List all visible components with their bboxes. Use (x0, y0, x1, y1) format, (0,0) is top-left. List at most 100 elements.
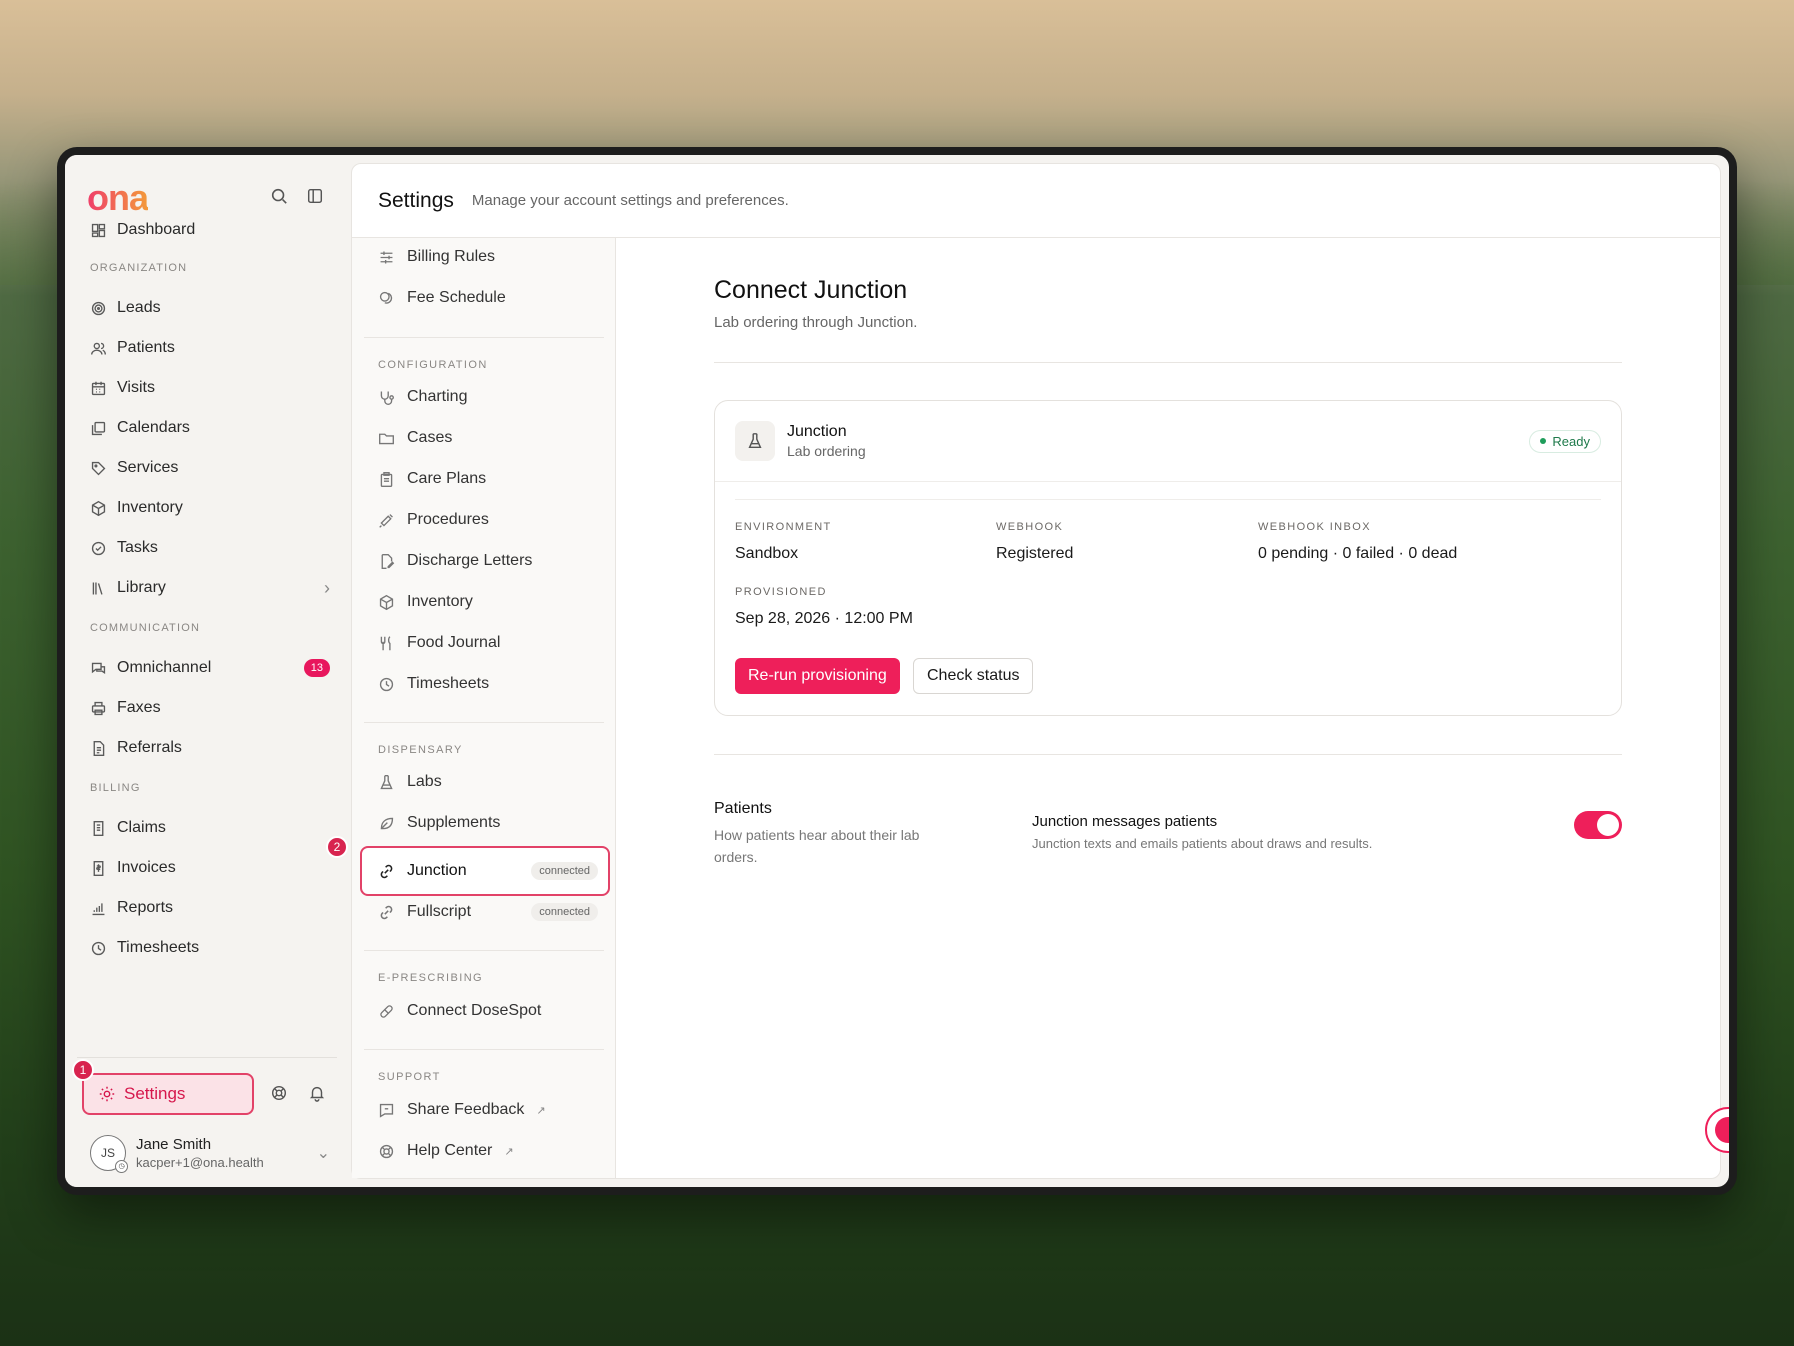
folder-icon (378, 430, 395, 447)
tag-icon (90, 460, 107, 477)
subnav-item-charting[interactable]: Charting (378, 380, 598, 414)
page-subtitle: Manage your account settings and prefere… (471, 192, 789, 209)
field-value: Sandbox (735, 545, 799, 562)
sidebar-item-omnichannel[interactable]: Omnichannel 13 (90, 651, 330, 685)
section-label-communication: COMMUNICATION (90, 622, 201, 634)
sidebar-item-leads[interactable]: Leads (90, 291, 330, 325)
user-email: kacper+1@ona.health (136, 1155, 264, 1170)
flask-icon (378, 774, 395, 791)
chart-icon (90, 900, 107, 917)
sidebar-item-dashboard[interactable]: Dashboard (90, 213, 330, 247)
subnav-item-labs[interactable]: Labs (378, 765, 598, 799)
user-profile[interactable]: JS ◷ Jane Smith kacper+1@ona.health ⌄ (90, 1135, 330, 1173)
sidebar-item-label: Tasks (117, 539, 158, 556)
settings-label: Settings (124, 1084, 186, 1103)
subnav-item-connect-dosespot[interactable]: Connect DoseSpot (378, 994, 598, 1028)
page-title: Settings (378, 188, 454, 212)
unread-badge: 13 (303, 659, 330, 677)
check-circle-icon (90, 540, 107, 557)
search-icon[interactable] (270, 187, 288, 205)
sidebar-item-label: Dashboard (117, 221, 196, 238)
flask-icon (746, 432, 764, 450)
settings-button[interactable]: Settings (82, 1073, 254, 1115)
subnav-item-food-journal[interactable]: Food Journal (378, 626, 598, 660)
sidebar-item-label: Leads (117, 299, 161, 316)
check-status-button[interactable]: Check status (913, 658, 1034, 694)
sidebar-item-patients[interactable]: Patients (90, 331, 330, 365)
subnav-item-supplements[interactable]: Supplements (378, 806, 598, 840)
subnav-item-label: Help Center (407, 1142, 493, 1159)
box-icon (378, 594, 395, 611)
subnav-item-fee-schedule[interactable]: Fee Schedule (378, 281, 598, 315)
connected-badge: connected (531, 903, 598, 921)
subnav-item-label: Inventory (407, 593, 473, 610)
sidebar-item-visits[interactable]: Visits (90, 371, 330, 405)
subnav-divider (364, 1049, 604, 1050)
subnav-divider (364, 722, 604, 723)
subnav-item-billing-rules[interactable]: Billing Rules (378, 240, 598, 274)
subnav-divider (364, 337, 604, 338)
sidebar-item-label: Reports (117, 899, 174, 916)
subnav-item-label: Share Feedback (407, 1101, 525, 1118)
chevron-down-icon[interactable]: ⌄ (317, 1143, 330, 1163)
page-header: Settings Manage your account settings an… (352, 164, 1720, 238)
lifebuoy-icon[interactable] (270, 1084, 288, 1102)
target-icon (90, 300, 107, 317)
sidebar-item-label: Services (117, 459, 179, 476)
document-icon (90, 820, 107, 837)
sidebar-item-label: Library (117, 579, 166, 596)
patient-messages-toggle[interactable] (1574, 811, 1622, 839)
device-frame: ona Dashboard ORGANIZATION Leads Patient… (57, 147, 1737, 1195)
sidebar-item-referrals[interactable]: Referrals (90, 731, 330, 765)
subnav-item-timesheets[interactable]: Timesheets (378, 667, 598, 701)
sliders-icon (378, 249, 395, 266)
subnav-item-label: Supplements (407, 814, 501, 831)
subnav-item-help-center[interactable]: Help Center ↗ (378, 1134, 598, 1168)
toggle-desc: Junction texts and emails patients about… (1032, 836, 1373, 851)
sidebar-item-claims[interactable]: Claims (90, 811, 330, 845)
section-label-dispensary: DISPENSARY (378, 744, 463, 756)
chevron-right-icon[interactable]: › (324, 578, 330, 599)
subnav-item-cases[interactable]: Cases (378, 421, 598, 455)
library-icon (90, 580, 107, 597)
section-label-organization: ORGANIZATION (90, 262, 188, 274)
subnav-item-label: Fee Schedule (407, 289, 506, 306)
sidebar-item-label: Visits (117, 379, 155, 396)
field-label: WEBHOOK INBOX (1258, 521, 1371, 533)
sidebar-item-tasks[interactable]: Tasks (90, 531, 330, 565)
section-label-configuration: CONFIGURATION (378, 359, 488, 371)
card-divider (715, 481, 1621, 482)
sidebar-item-inventory[interactable]: Inventory (90, 491, 330, 525)
sidebar-item-reports[interactable]: Reports (90, 891, 330, 925)
leaf-icon (378, 815, 395, 832)
subnav-item-fullscript[interactable]: Fullscript connected (378, 895, 598, 929)
step-marker-2: 2 (326, 836, 348, 858)
connected-badge: connected (531, 862, 598, 880)
subnav-item-inventory[interactable]: Inventory (378, 585, 598, 619)
sidebar-item-calendars[interactable]: Calendars (90, 411, 330, 445)
subnav-item-junction[interactable]: Junction connected (378, 854, 598, 888)
sidebar-item-label: Patients (117, 339, 175, 356)
rerun-provisioning-button[interactable]: Re-run provisioning (735, 658, 900, 694)
sidebar-item-services[interactable]: Services (90, 451, 330, 485)
subnav-item-care-plans[interactable]: Care Plans (378, 462, 598, 496)
patients-section-desc: How patients hear about their lab orders… (714, 827, 920, 865)
sidebar-toggle-icon[interactable] (306, 187, 324, 205)
subnav-item-discharge-letters[interactable]: Discharge Letters (378, 544, 598, 578)
sidebar-item-library[interactable]: Library › (90, 571, 330, 605)
avatar-initials: JS (100, 1146, 115, 1160)
subnav-item-share-feedback[interactable]: Share Feedback ↗ (378, 1093, 598, 1127)
sidebar-item-faxes[interactable]: Faxes (90, 691, 330, 725)
section-label-e-prescribing: E-PRESCRIBING (378, 972, 483, 984)
sidebar-item-timesheets[interactable]: Timesheets (90, 931, 330, 965)
bell-icon[interactable] (308, 1084, 326, 1102)
sidebar-divider (77, 1057, 337, 1058)
main-panel: Settings Manage your account settings an… (326, 163, 1721, 1179)
sidebar-item-invoices[interactable]: Invoices (90, 851, 330, 885)
integration-desc: Lab ordering (787, 443, 866, 459)
subnav-item-procedures[interactable]: Procedures (378, 503, 598, 537)
field-value: 0 pending · 0 failed · 0 dead (1258, 545, 1458, 562)
pill-icon (378, 1003, 395, 1020)
toggle-knob (1597, 814, 1619, 836)
subnav-item-label: Discharge Letters (407, 552, 533, 569)
